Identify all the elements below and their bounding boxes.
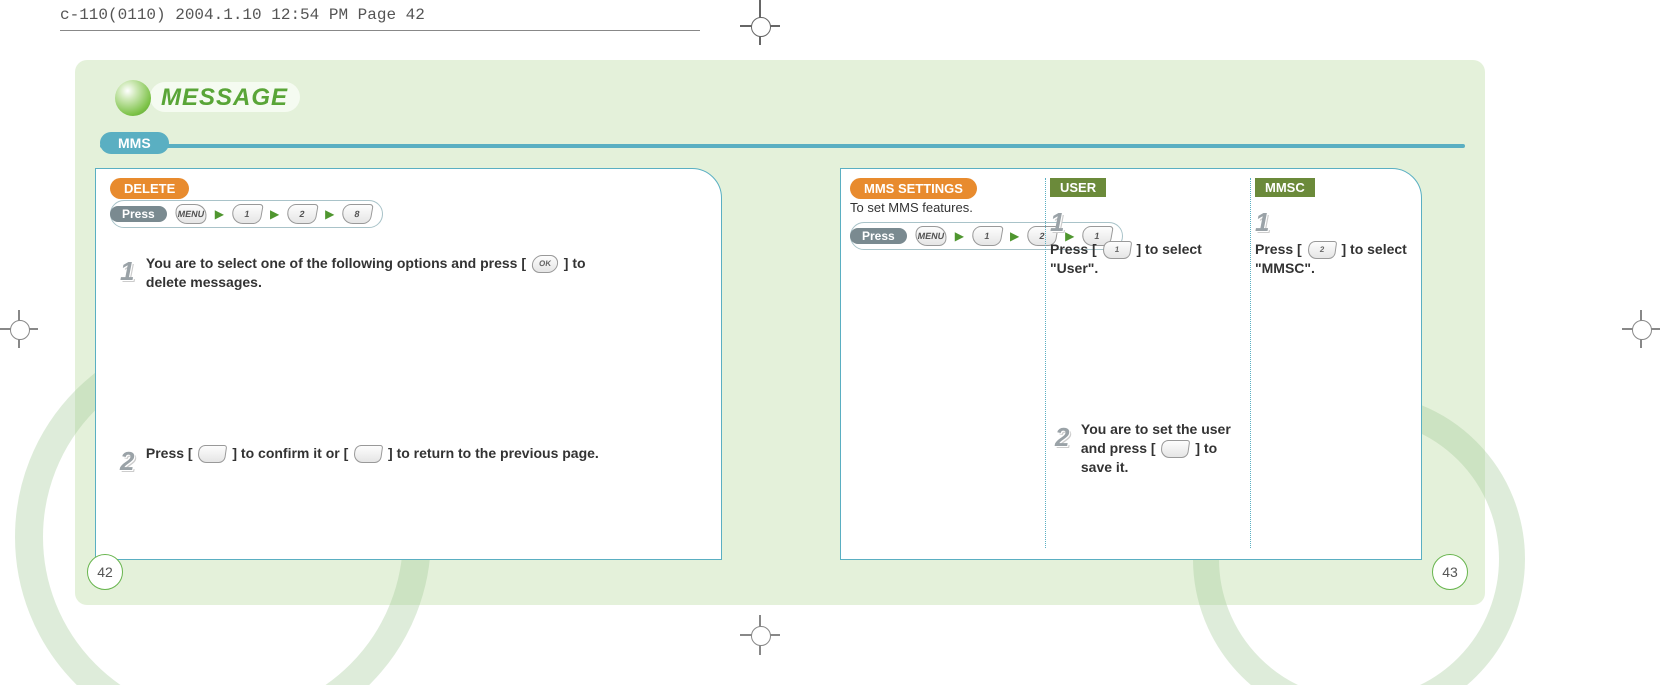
arrow-icon: ▶ — [955, 229, 964, 243]
registration-mark-right — [1622, 310, 1660, 348]
step-number-2: 2 — [1055, 420, 1077, 455]
registration-mark-top — [740, 0, 780, 45]
subsection-tab-bar: MMS — [100, 132, 1465, 156]
key-2-icon: 2 — [1306, 241, 1337, 259]
print-job-header: c-110(0110) 2004.1.10 12:54 PM Page 42 — [60, 6, 425, 24]
badge-delete: DELETE — [110, 178, 189, 199]
arrow-icon: ▶ — [270, 207, 279, 221]
step-number-1: 1 — [1050, 205, 1072, 240]
page-number-right: 43 — [1432, 554, 1468, 590]
step-text-fragment: Press [ — [146, 445, 197, 461]
mmsc-step-1: 1 Press [ 2 ] to select "MMSC". — [1255, 205, 1440, 278]
manual-spread: c-110(0110) 2004.1.10 12:54 PM Page 42 M… — [0, 0, 1660, 685]
mms-settings-subtitle: To set MMS features. — [850, 200, 973, 215]
step-text-fragment: Press [ — [1255, 241, 1306, 257]
step-text-fragment: ] to confirm it or [ — [232, 445, 352, 461]
user-step-1: 1 Press [ 1 ] to select "User". — [1050, 205, 1235, 278]
key-menu-icon: MENU — [173, 204, 209, 224]
step-number-1: 1 — [120, 254, 142, 289]
step-text: Press [ ] to confirm it or [ ] to return… — [146, 444, 599, 463]
page-number-left: 42 — [87, 554, 123, 590]
back-key-icon — [353, 445, 384, 463]
ok-key-icon: OK — [531, 255, 560, 273]
step-text-fragment: Press [ — [1050, 241, 1101, 257]
step-number-1: 1 — [1255, 205, 1277, 240]
column-separator — [1250, 178, 1251, 548]
press-label: Press — [850, 228, 907, 244]
arrow-icon: ▶ — [325, 207, 334, 221]
section-title: MESSAGE — [115, 80, 288, 116]
key-1-icon: 1 — [970, 226, 1004, 246]
delete-step-1: 1 You are to select one of the following… — [120, 254, 616, 292]
badge-mms-settings: MMS SETTINGS — [850, 178, 977, 199]
key-menu-icon: MENU — [913, 226, 949, 246]
step-text-fragment: You are to select one of the following o… — [146, 255, 530, 271]
key-2-icon: 2 — [285, 204, 319, 224]
tab-bar-line — [100, 144, 1465, 148]
key-8-icon: 8 — [341, 204, 375, 224]
column-mmsc: MMSC 1 Press [ 2 ] to select "MMSC". — [1255, 178, 1440, 278]
registration-mark-left — [0, 310, 38, 348]
column-user: USER 1 Press [ 1 ] to select "User". — [1050, 178, 1235, 278]
key-1-icon: 1 — [1101, 241, 1132, 259]
key-1-icon: 1 — [230, 204, 264, 224]
arrow-icon: ▶ — [215, 207, 224, 221]
print-header-rule — [60, 30, 700, 31]
arrow-icon: ▶ — [1010, 229, 1019, 243]
step-text: You are to set the user and press [ ] to… — [1081, 420, 1246, 477]
press-sequence-delete: Press MENU ▶ 1 ▶ 2 ▶ 8 — [110, 200, 383, 228]
tab-mms: MMS — [100, 132, 169, 154]
delete-step-2: 2 Press [ ] to confirm it or [ ] to retu… — [120, 444, 599, 479]
step-text-fragment: ] to return to the previous page. — [388, 445, 599, 461]
step-text: You are to select one of the following o… — [146, 254, 616, 292]
step-number-2: 2 — [120, 444, 142, 479]
column-separator — [1045, 178, 1046, 548]
step-text: Press [ 2 ] to select "MMSC". — [1255, 240, 1420, 278]
soft-key-icon — [1160, 440, 1191, 458]
title-text: MESSAGE — [161, 84, 288, 112]
press-label: Press — [110, 206, 167, 222]
heading-mmsc: MMSC — [1255, 178, 1315, 197]
step-text: Press [ 1 ] to select "User". — [1050, 240, 1215, 278]
title-orb-icon — [115, 80, 151, 116]
soft-key-icon — [197, 445, 228, 463]
heading-user: USER — [1050, 178, 1106, 197]
registration-mark-bottom — [740, 615, 780, 655]
user-step-2: 2 You are to set the user and press [ ] … — [1055, 420, 1246, 477]
